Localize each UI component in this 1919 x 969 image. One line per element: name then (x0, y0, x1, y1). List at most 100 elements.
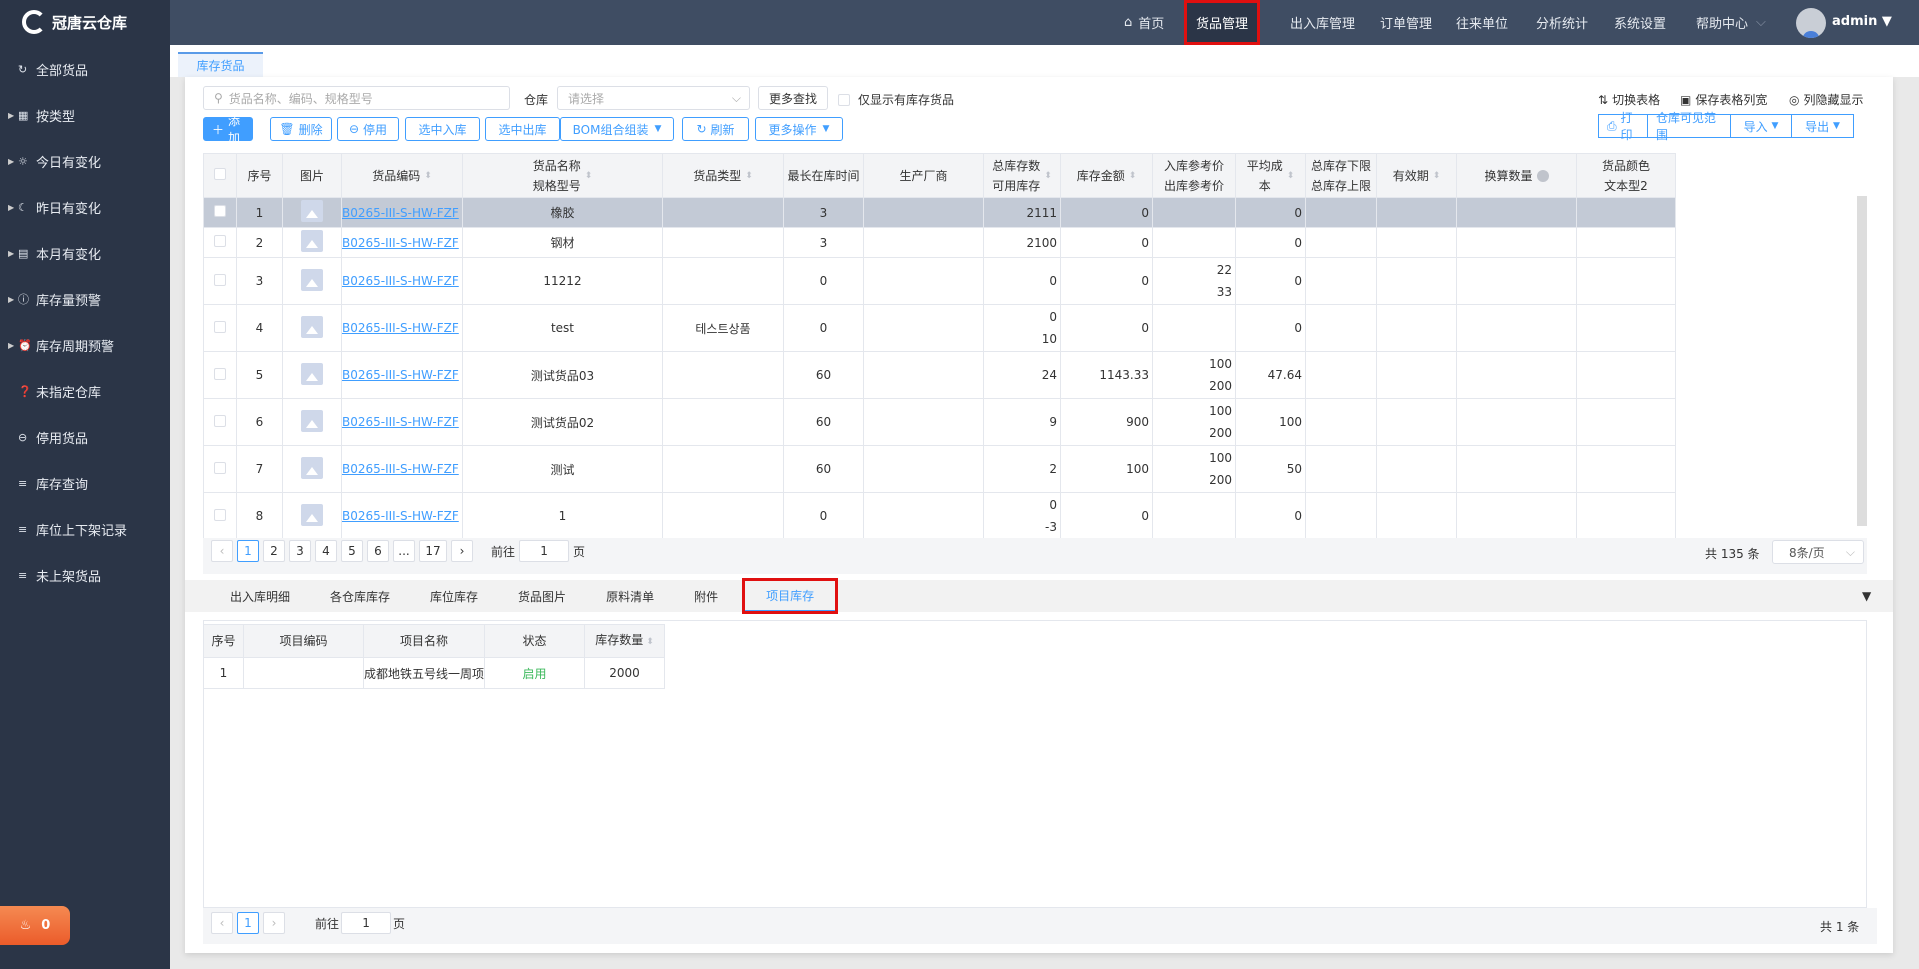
table-row[interactable]: 2 B0265-III-S-HW-FZF 钢材 3 2100 0 0 (203, 227, 1676, 258)
sort-icon[interactable]: ⬍ (585, 171, 593, 181)
table-scrollbar[interactable] (1857, 196, 1867, 526)
sort-icon[interactable]: ⬍ (1433, 171, 1441, 181)
stock-in-selected-button[interactable]: 选中入库 (405, 117, 480, 141)
more-search-button[interactable]: 更多查找 (758, 86, 828, 110)
goods-code-link[interactable]: B0265-III-S-HW-FZF (343, 462, 459, 476)
nav-item[interactable]: 往来单位 (1444, 0, 1520, 45)
row-checkbox[interactable] (214, 508, 226, 521)
goods-code-link[interactable]: B0265-III-S-HW-FZF (343, 206, 459, 220)
column-header[interactable]: 图片 (282, 153, 342, 198)
column-header[interactable]: 最长在库时间 (783, 153, 864, 198)
tab-inventory-goods[interactable]: 库存货品 (178, 52, 263, 77)
disable-button[interactable]: ⊖ 停用 (337, 117, 399, 141)
column-header[interactable]: 货品编码 ⬍ (341, 153, 463, 198)
row-checkbox[interactable] (214, 205, 226, 217)
sidebar-item[interactable]: ▶ ⓘ 库存量预警 (0, 279, 170, 319)
goods-code-link[interactable]: B0265-III-S-HW-FZF (343, 415, 459, 429)
page-button[interactable]: 5 (341, 540, 363, 562)
warehouse-select[interactable]: 请选择 ⌵ (557, 86, 750, 110)
column-header[interactable]: 序号 (236, 153, 283, 198)
row-checkbox[interactable] (214, 461, 226, 474)
detail-tab[interactable]: 出入库明细 (210, 580, 310, 612)
detail-tab[interactable]: 项目库存 (742, 578, 839, 614)
sort-icon[interactable]: ⬍ (424, 171, 432, 181)
table-row[interactable]: 1 成都地铁五号线一周项 启用 2000 (203, 657, 666, 689)
sidebar-item[interactable]: ≡ 库位上下架记录 (0, 509, 170, 549)
goods-code-link[interactable]: B0265-III-S-HW-FZF (343, 236, 459, 250)
detail-tab[interactable]: 各仓库库存 (310, 580, 410, 612)
column-header[interactable]: 入库参考价 出库参考价 (1152, 153, 1236, 198)
goto-page-input[interactable]: 1 (519, 540, 570, 562)
only-stock-checkbox[interactable]: 仅显示有库存货品 (838, 91, 954, 108)
save-width-link[interactable]: ▣ 保存表格列宽 (1680, 91, 1767, 108)
collapse-caret-icon[interactable]: ▼ (1862, 589, 1871, 603)
page-button[interactable]: 6 (367, 540, 389, 562)
sort-icon[interactable]: ⬍ (745, 171, 753, 181)
column-header[interactable]: 库存数量 ⬍ (584, 624, 666, 658)
next-page-button[interactable]: › (263, 912, 285, 934)
sidebar-item[interactable]: ≡ 未上架货品 (0, 555, 170, 595)
sidebar-item[interactable]: ⊖ 停用货品 (0, 417, 170, 457)
delete-button[interactable]: 🗑 删除 (270, 117, 332, 141)
column-header[interactable]: 状态 (484, 624, 586, 658)
alert-badge-button[interactable]: ♨ 0 (0, 906, 70, 945)
search-input[interactable]: ⚲ 货品名称、编码、规格型号 (203, 86, 510, 110)
page-button[interactable]: 1 (237, 540, 259, 562)
sort-icon[interactable]: ⬍ (1044, 171, 1052, 181)
sidebar-item[interactable]: ▶ ▤ 本月有变化 (0, 233, 170, 273)
column-header[interactable]: 序号 (203, 624, 244, 658)
sidebar-item[interactable]: ▶ ⏰ 库存周期预警 (0, 325, 170, 365)
column-header[interactable]: 库存金额 ⬍ (1060, 153, 1153, 198)
table-row[interactable]: 4 B0265-III-S-HW-FZF test 테스트상품 0 0 10 0 0 (203, 304, 1676, 352)
column-header[interactable]: 总库存下限 总库存上限 (1305, 153, 1377, 198)
detail-tab[interactable]: 附件 (674, 580, 738, 612)
import-button[interactable]: 导入 ▼ (1731, 115, 1792, 137)
page-button[interactable]: ... (393, 540, 415, 562)
select-all-checkbox[interactable] (203, 153, 237, 198)
nav-item[interactable]: 货品管理 (1184, 0, 1261, 45)
sidebar-item[interactable]: ▶ ☼ 今日有变化 (0, 141, 170, 181)
sort-icon[interactable]: ⬍ (1129, 171, 1137, 181)
page-button[interactable]: 1 (237, 912, 259, 934)
sidebar-item[interactable]: ▶ ☾ 昨日有变化 (0, 187, 170, 227)
nav-item[interactable]: 分析统计 (1524, 0, 1600, 45)
prev-page-button[interactable]: ‹ (211, 540, 233, 562)
page-button[interactable]: 2 (263, 540, 285, 562)
goods-code-link[interactable]: B0265-III-S-HW-FZF (343, 509, 459, 523)
avatar[interactable] (1796, 8, 1826, 38)
sidebar-item[interactable]: ❓ 未指定仓库 (0, 371, 170, 411)
column-header[interactable]: 换算数量 (1456, 153, 1577, 198)
refresh-button[interactable]: ↻ 刷新 (682, 117, 749, 141)
print-button[interactable]: ⎙ 打印 (1599, 111, 1648, 142)
page-button[interactable]: 3 (289, 540, 311, 562)
column-header[interactable]: 货品颜色 文本型2 (1576, 153, 1676, 198)
switch-table-link[interactable]: ⇅ 切换表格 (1598, 91, 1660, 108)
detail-tab[interactable]: 原料清单 (586, 580, 674, 612)
nav-item[interactable]: 帮助中心 ⌵ (1684, 0, 1778, 45)
warehouse-scope-button[interactable]: 仓库可见范围 (1648, 111, 1731, 142)
column-toggle-link[interactable]: ◎ 列隐藏显示 (1789, 91, 1864, 108)
row-checkbox[interactable] (214, 235, 226, 247)
row-checkbox[interactable] (214, 414, 226, 427)
table-row[interactable]: 6 B0265-III-S-HW-FZF 测试货品02 60 9 900 100 200 100 (203, 398, 1676, 446)
table-row[interactable]: 7 B0265-III-S-HW-FZF 测试 60 2 100 100 200 50 (203, 445, 1676, 493)
column-header[interactable]: 货品类型 ⬍ (662, 153, 784, 198)
next-page-button[interactable]: › (451, 540, 473, 562)
table-row[interactable]: 8 B0265-III-S-HW-FZF 1 0 0 -3 0 0 (203, 492, 1676, 540)
brand-logo[interactable]: 冠唐云仓库 (22, 10, 127, 34)
sort-icon[interactable]: ⬍ (1287, 171, 1295, 181)
sidebar-item[interactable]: ≡ 库存查询 (0, 463, 170, 503)
column-header[interactable]: 项目编码 (243, 624, 364, 658)
column-header[interactable]: 货品名称 规格型号 ⬍ (462, 153, 663, 198)
detail-tab[interactable]: 货品图片 (498, 580, 586, 612)
column-header[interactable]: 平均成 本 ⬍ (1235, 153, 1306, 198)
goto-page-input[interactable]: 1 (341, 912, 392, 934)
export-button[interactable]: 导出 ▼ (1792, 115, 1853, 137)
page-size-select[interactable]: 8条/页 ⌵ (1772, 540, 1864, 564)
goods-code-link[interactable]: B0265-III-S-HW-FZF (343, 274, 459, 288)
column-header[interactable]: 项目名称 (362, 624, 486, 658)
row-checkbox[interactable] (214, 273, 226, 286)
column-header[interactable]: 有效期 ⬍ (1376, 153, 1457, 198)
stock-out-selected-button[interactable]: 选中出库 (485, 117, 560, 141)
table-row[interactable]: 1 B0265-III-S-HW-FZF 橡胶 3 2111 0 0 (203, 197, 1676, 228)
